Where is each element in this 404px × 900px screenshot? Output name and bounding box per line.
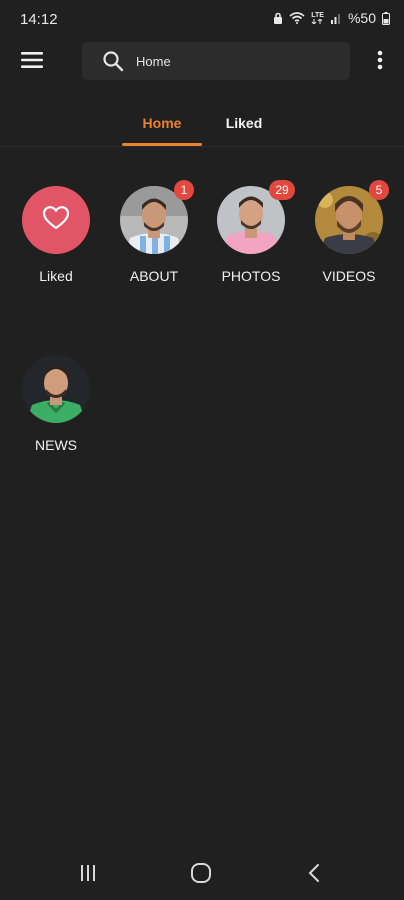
lte-label: LTE <box>311 12 324 19</box>
wifi-icon <box>289 12 305 24</box>
battery-label: %50 <box>347 10 376 26</box>
heart-icon <box>42 205 70 236</box>
recent-apps-icon <box>78 864 98 887</box>
status-bar: 14:12 LTE %50 <box>0 0 404 38</box>
avatar <box>22 355 90 423</box>
lock-icon <box>273 12 283 25</box>
system-nav-bar <box>0 855 404 895</box>
status-time: 14:12 <box>20 11 58 28</box>
more-vertical-icon <box>377 50 383 75</box>
liked-circle <box>22 186 90 254</box>
category-label: ABOUT <box>129 268 179 284</box>
tab-liked[interactable]: Liked <box>210 100 278 146</box>
back-button[interactable] <box>300 863 328 887</box>
back-icon <box>307 863 321 888</box>
category-label: PHOTOS <box>221 268 281 284</box>
more-options-button[interactable] <box>372 50 388 74</box>
search-bar[interactable] <box>82 42 350 80</box>
tab-bar: Home Liked <box>0 100 404 147</box>
home-button[interactable] <box>187 862 215 889</box>
search-icon <box>102 50 124 72</box>
recent-apps-button[interactable] <box>74 863 102 887</box>
category-videos[interactable]: 5 VIDEOS <box>304 180 394 284</box>
notification-badge: 5 <box>369 180 389 200</box>
notification-badge: 1 <box>174 180 194 200</box>
tab-home[interactable]: Home <box>122 100 202 146</box>
notification-badge: 29 <box>269 180 295 200</box>
lte-icon: LTE <box>311 12 324 24</box>
battery-icon <box>382 11 390 25</box>
category-liked[interactable]: Liked <box>11 186 101 284</box>
category-photos[interactable]: 29 PHOTOS <box>206 180 296 284</box>
home-icon <box>190 862 212 889</box>
search-input[interactable] <box>136 53 326 69</box>
status-icons: LTE %50 <box>273 10 390 26</box>
category-news[interactable]: NEWS <box>11 355 101 453</box>
category-about[interactable]: 1 ABOUT <box>109 180 199 284</box>
signal-icon <box>330 12 342 24</box>
hamburger-menu-button[interactable] <box>20 51 44 74</box>
category-label: Liked <box>39 268 73 284</box>
category-label: NEWS <box>35 437 77 453</box>
category-label: VIDEOS <box>322 268 376 284</box>
hamburger-icon <box>21 51 43 74</box>
